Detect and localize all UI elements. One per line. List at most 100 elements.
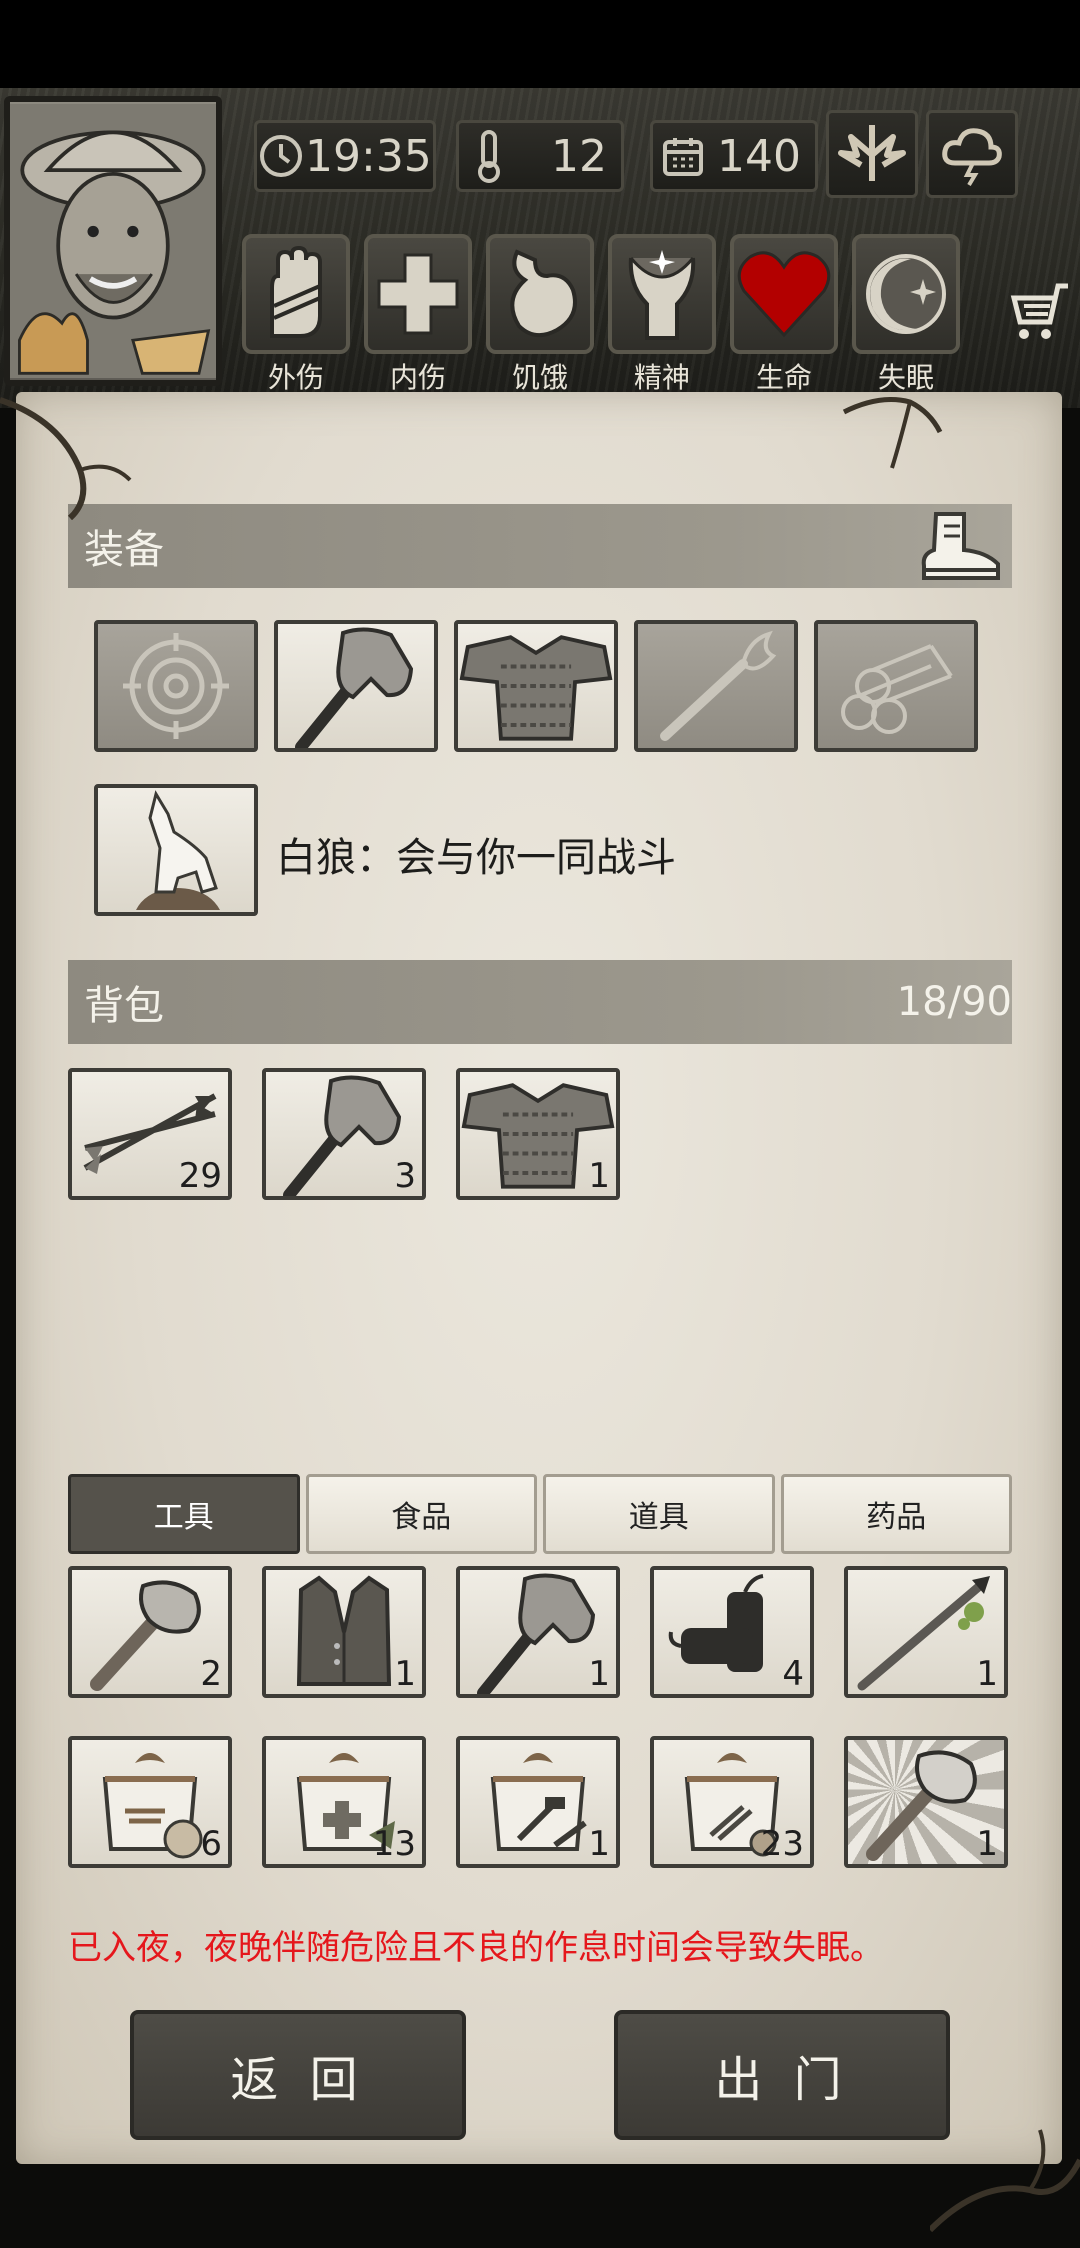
calendar-icon bbox=[663, 138, 703, 176]
condition-spirit[interactable] bbox=[608, 234, 716, 354]
vine-decoration bbox=[842, 397, 943, 469]
day-value: 140 bbox=[717, 130, 801, 182]
item-count: 29 bbox=[178, 1156, 222, 1196]
white-wolf-icon bbox=[136, 790, 220, 910]
storage-tabs: 工具 食品 道具 药品 bbox=[68, 1474, 1012, 1554]
stone-axe-icon bbox=[866, 1750, 977, 1861]
tab-tools[interactable]: 工具 bbox=[68, 1474, 300, 1554]
companion-description: 白狼：会与你一同战斗 bbox=[276, 835, 676, 881]
logs-icon bbox=[841, 644, 953, 734]
condition-label: 外伤 bbox=[267, 361, 324, 394]
poison-spear-icon bbox=[857, 1576, 990, 1691]
storage-item[interactable]: 1 bbox=[456, 1566, 620, 1698]
item-count: 13 bbox=[372, 1824, 416, 1864]
back-button[interactable]: 返 回 bbox=[130, 2010, 466, 2140]
stone-axe-icon bbox=[90, 1580, 201, 1691]
condition-label: 失眠 bbox=[877, 361, 934, 394]
head-spirit-icon bbox=[628, 250, 696, 340]
equip-slot-armor[interactable] bbox=[454, 620, 618, 752]
storage-item[interactable]: 4 bbox=[650, 1566, 814, 1698]
condition-external-injury[interactable] bbox=[242, 234, 350, 354]
axe-icon bbox=[477, 1573, 596, 1694]
equipment-header: 装备 bbox=[68, 504, 1012, 588]
tab-medicine[interactable]: 药品 bbox=[780, 1474, 1012, 1554]
equip-slot-torch[interactable] bbox=[634, 620, 798, 752]
vest-icon bbox=[296, 1575, 392, 1686]
item-count: 1 bbox=[394, 1654, 416, 1694]
backpack-item[interactable]: 3 bbox=[262, 1068, 426, 1200]
clock-icon bbox=[260, 135, 302, 177]
torch-icon bbox=[660, 630, 777, 741]
item-count: 1 bbox=[588, 1156, 610, 1196]
chainmail-icon bbox=[459, 635, 613, 741]
day-display: 140 bbox=[650, 120, 818, 192]
stomach-icon bbox=[510, 249, 577, 338]
condition-internal-injury[interactable] bbox=[364, 234, 472, 354]
weather-indicator[interactable] bbox=[926, 110, 1018, 198]
backpack-capacity: 18/90 bbox=[896, 979, 1012, 1025]
equip-slot-target[interactable] bbox=[94, 620, 258, 752]
condition-health[interactable] bbox=[730, 234, 838, 354]
equip-slot-logs[interactable] bbox=[814, 620, 978, 752]
storage-item[interactable]: 1 bbox=[456, 1736, 620, 1868]
cross-icon bbox=[377, 253, 459, 335]
backpack-item[interactable]: 1 bbox=[456, 1068, 620, 1200]
night-warning: 已入夜，夜晚伴随危险且不良的作息时间会导致失眠。 bbox=[68, 1928, 884, 1968]
time-value: 19:35 bbox=[305, 130, 432, 182]
shop-cart-button[interactable] bbox=[1006, 276, 1076, 350]
storm-cloud-icon bbox=[942, 128, 1002, 187]
storage-item[interactable]: 1 bbox=[844, 1566, 1008, 1698]
item-count: 1 bbox=[976, 1654, 998, 1694]
item-count: 1 bbox=[588, 1824, 610, 1864]
go-out-button[interactable]: 出 门 bbox=[614, 2010, 950, 2140]
tab-food[interactable]: 食品 bbox=[305, 1474, 537, 1554]
shopping-cart-icon bbox=[1010, 283, 1068, 339]
axe-icon bbox=[283, 1075, 402, 1196]
equip-slot-axe[interactable] bbox=[274, 620, 438, 752]
storage-item[interactable]: 23 bbox=[650, 1736, 814, 1868]
item-count: 1 bbox=[976, 1824, 998, 1864]
backpack-title: 背包 bbox=[84, 983, 164, 1029]
item-count: 23 bbox=[760, 1824, 804, 1864]
status-strip bbox=[0, 0, 1080, 88]
leaf-icon bbox=[838, 125, 906, 181]
temperature-display: 12 bbox=[456, 120, 624, 192]
storage-item[interactable]: 1 bbox=[262, 1566, 426, 1698]
item-count: 4 bbox=[782, 1654, 804, 1694]
item-count: 2 bbox=[200, 1654, 222, 1694]
food-box-icon bbox=[102, 1753, 203, 1859]
item-count: 6 bbox=[200, 1824, 222, 1864]
condition-label: 饥饿 bbox=[511, 361, 568, 394]
backpack-header: 背包 18/90 bbox=[68, 960, 1012, 1044]
storage-item[interactable]: 1 bbox=[844, 1736, 1008, 1868]
moon-star-icon bbox=[866, 254, 946, 334]
backpack-item[interactable]: 29 bbox=[68, 1068, 232, 1200]
condition-label: 精神 bbox=[633, 361, 690, 394]
vine-decoration bbox=[0, 397, 132, 520]
heart-icon bbox=[737, 251, 831, 338]
condition-hunger[interactable] bbox=[486, 234, 594, 354]
storage-item[interactable]: 6 bbox=[68, 1736, 232, 1868]
target-icon bbox=[123, 633, 229, 739]
storage-item[interactable]: 13 bbox=[262, 1736, 426, 1868]
thermometer-icon bbox=[478, 130, 500, 183]
equipment-title: 装备 bbox=[84, 527, 164, 573]
item-count: 1 bbox=[588, 1654, 610, 1694]
character-portrait[interactable] bbox=[4, 96, 222, 386]
boot-icon[interactable] bbox=[918, 508, 1006, 586]
storage-item[interactable]: 2 bbox=[68, 1566, 232, 1698]
tab-items[interactable]: 道具 bbox=[543, 1474, 775, 1554]
hand-wound-icon bbox=[270, 246, 322, 338]
item-count: 3 bbox=[394, 1156, 416, 1196]
temperature-value: 12 bbox=[551, 130, 607, 182]
condition-insomnia[interactable] bbox=[852, 234, 960, 354]
firecracker-icon bbox=[668, 1574, 764, 1672]
condition-label: 生命 bbox=[755, 361, 812, 394]
companion-slot[interactable] bbox=[94, 784, 258, 916]
tool-box-icon bbox=[490, 1753, 587, 1851]
time-display: 19:35 bbox=[254, 120, 436, 192]
axe-icon bbox=[295, 627, 414, 748]
season-indicator[interactable] bbox=[826, 110, 918, 198]
condition-label: 内伤 bbox=[389, 361, 446, 394]
explorer-portrait-icon bbox=[10, 103, 216, 379]
